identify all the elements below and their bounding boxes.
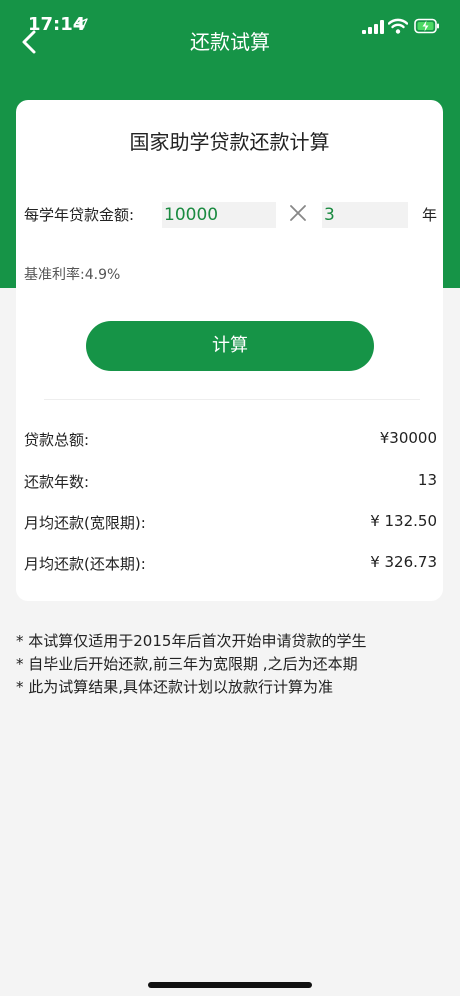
total-loan-value: ¥30000 bbox=[379, 429, 437, 447]
annual-loan-label: 每学年贷款金额: bbox=[24, 206, 135, 224]
annual-loan-amount-input[interactable] bbox=[162, 202, 276, 228]
grace-period-monthly-label: 月均还款(宽限期): bbox=[24, 514, 146, 532]
repay-years-label: 还款年数: bbox=[24, 473, 90, 491]
years-unit-label: 年 bbox=[422, 206, 438, 224]
grace-period-monthly-value: ¥ 132.50 bbox=[370, 512, 437, 530]
repay-years-value: 13 bbox=[417, 471, 437, 489]
page-title: 还款试算 bbox=[190, 30, 270, 54]
note-line: * 自毕业后开始还款,前三年为宽限期 ,之后为还本期 bbox=[16, 655, 358, 673]
times-icon bbox=[290, 205, 306, 221]
total-loan-label: 贷款总额: bbox=[24, 431, 90, 449]
base-interest-rate: 基准利率:4.9% bbox=[24, 267, 121, 283]
disclaimer-notes: * 本试算仅适用于2015年后首次开始申请贷款的学生 * 自毕业后开始还款,前三… bbox=[16, 630, 446, 699]
principal-period-monthly-value: ¥ 326.73 bbox=[370, 553, 437, 571]
calculator-card: 国家助学贷款还款计算 每学年贷款金额: 年 基准利率:4.9% 计算 贷款总额:… bbox=[16, 100, 443, 601]
note-line: * 此为试算结果,具体还款计划以放款行计算为准 bbox=[16, 678, 334, 696]
calculate-button[interactable]: 计算 bbox=[86, 321, 374, 371]
home-indicator[interactable] bbox=[148, 982, 312, 988]
principal-period-monthly-label: 月均还款(还本期): bbox=[24, 555, 146, 573]
card-title: 国家助学贷款还款计算 bbox=[129, 130, 330, 154]
note-line: * 本试算仅适用于2015年后首次开始申请贷款的学生 bbox=[16, 632, 367, 650]
divider bbox=[44, 399, 420, 400]
loan-years-input[interactable] bbox=[322, 202, 408, 228]
